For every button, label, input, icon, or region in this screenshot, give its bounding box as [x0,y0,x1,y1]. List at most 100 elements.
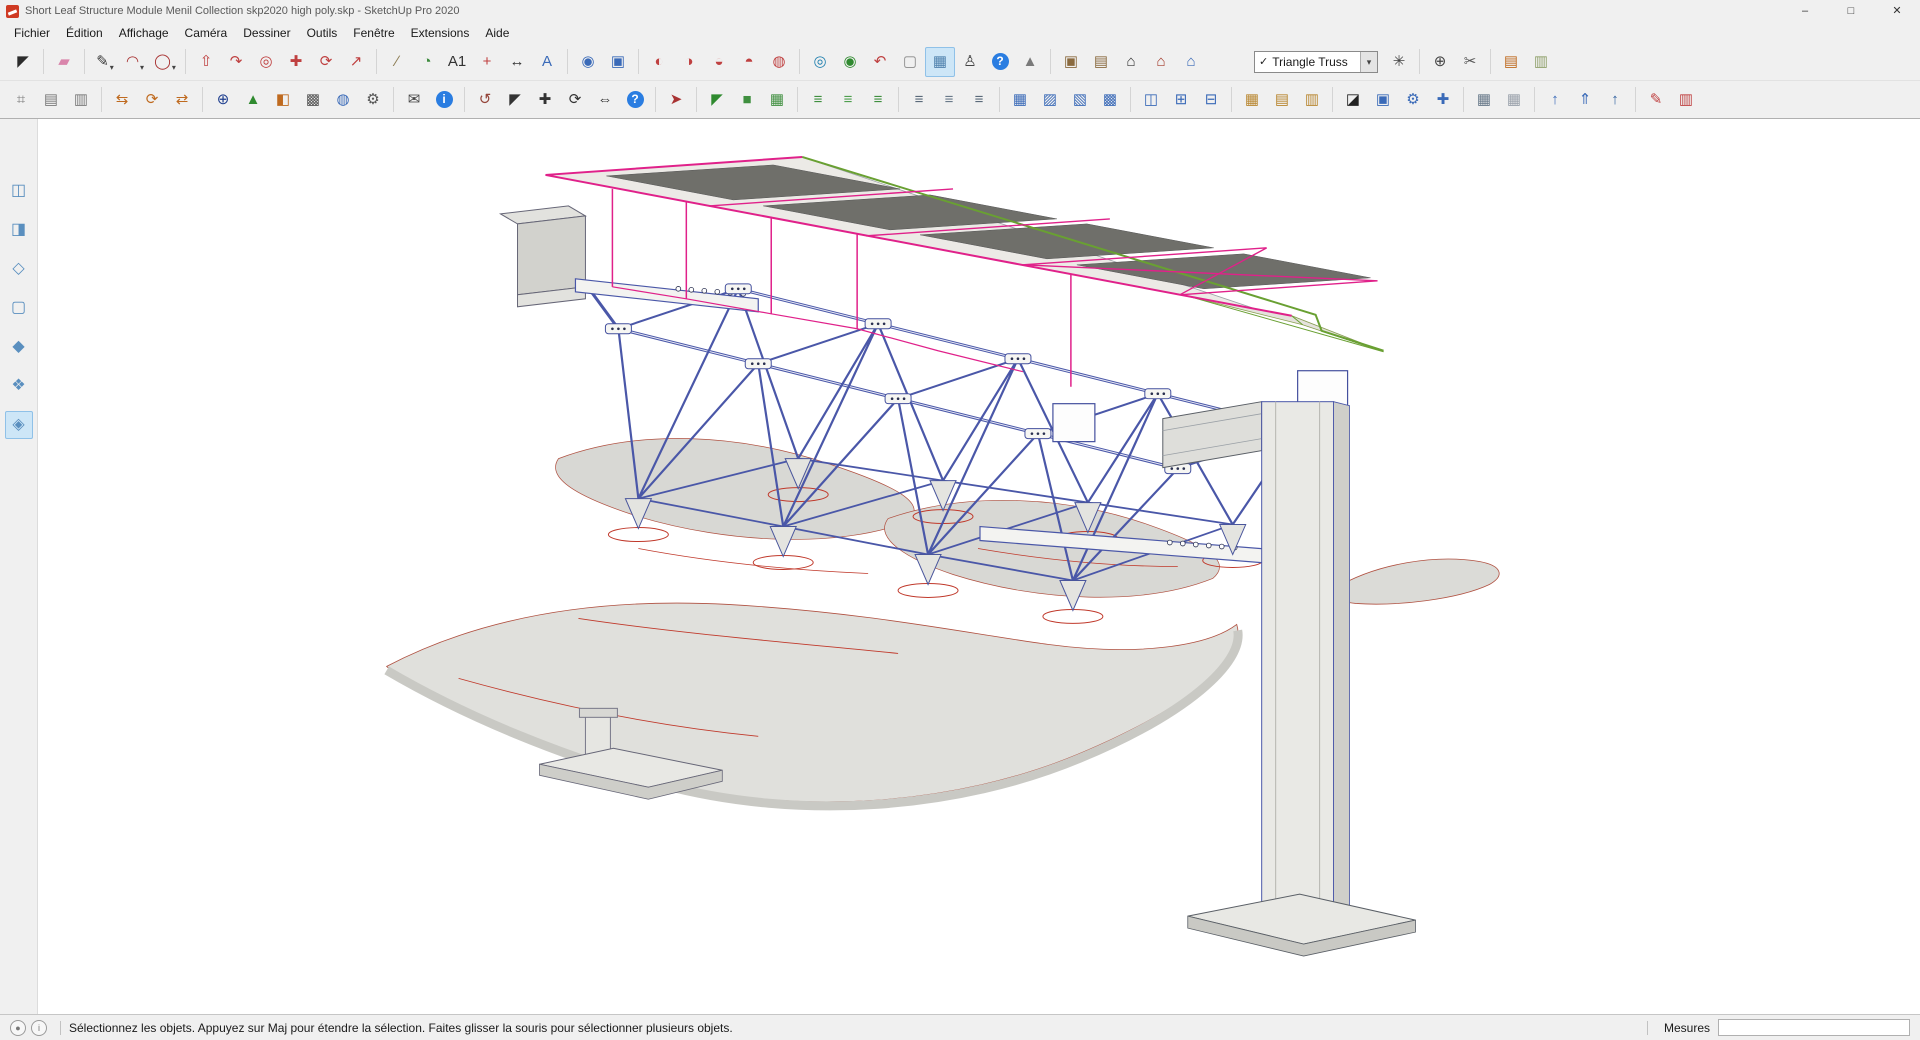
layers-stack-tool[interactable]: ▤ [1496,47,1526,77]
info-icon[interactable]: i [31,1019,47,1036]
axe-tool[interactable]: ✂ [1455,47,1485,77]
align-bottom-tool[interactable]: ≡ [863,85,893,115]
measurements-input[interactable] [1718,1019,1910,1036]
offset-tool[interactable]: ◎ [251,47,281,77]
menu-fenetre[interactable]: Fenêtre [345,24,402,42]
select-tool[interactable]: ◤ [8,47,38,77]
previous-view-tool[interactable]: ↶ [865,47,895,77]
grid-paper-tool[interactable]: ⌗ [6,85,36,115]
rotate-all-tool[interactable]: ⟳ [560,85,590,115]
3d-text-tool[interactable]: A [532,47,562,77]
solid-union-tool[interactable]: ◐ [644,47,674,77]
grid-green-tool[interactable]: ▦ [762,85,792,115]
style-back-edges[interactable]: ◨ [5,216,33,244]
menu-fichier[interactable]: Fichier [6,24,58,42]
arc-tool[interactable]: ◠ ▾ [120,47,150,77]
add-circle-tool[interactable]: ⊕ [208,85,238,115]
style-hidden-line[interactable]: ▢ [5,294,33,322]
cursor-plus-tool[interactable]: ◤ [500,85,530,115]
chevron-down-icon[interactable]: ▾ [110,63,114,76]
menu-aide[interactable]: Aide [477,24,517,42]
move-all-tool[interactable]: ✚ [530,85,560,115]
raise-2-tool[interactable]: ⇑ [1570,85,1600,115]
camera-box-tool[interactable]: ▢ [895,47,925,77]
table-tool[interactable]: ▦ [1237,85,1267,115]
menu-outils[interactable]: Outils [299,24,346,42]
chevron-down-icon[interactable]: ▾ [1360,51,1377,72]
window-stack-tool[interactable]: ⊟ [1196,85,1226,115]
extension-warehouse-tool[interactable]: ⌂ [1176,47,1206,77]
axes-tool[interactable]: + [472,47,502,77]
grid-dense-tool[interactable]: ▩ [1095,85,1125,115]
dimension-tool[interactable]: ↔ [502,47,532,77]
red-pencil-tool[interactable]: ✎ [1641,85,1671,115]
shapes-tool[interactable]: ◯ ▾ [150,47,180,77]
move-tool[interactable]: ✚ [281,47,311,77]
face-green-tool[interactable]: ■ [732,85,762,115]
maximize-button[interactable]: □ [1828,0,1874,22]
doc-page-tool[interactable]: ▥ [66,85,96,115]
raise-3-tool[interactable]: ↑ [1600,85,1630,115]
menu-edition[interactable]: Édition [58,24,111,42]
gear-tool[interactable]: ⚙ [358,85,388,115]
component-box-tool[interactable]: ▣ [1056,47,1086,77]
chevron-down-icon[interactable]: ▾ [140,63,144,76]
solid-trim-tool[interactable]: ◒ [704,47,734,77]
style-shaded-textures[interactable]: ❖ [5,372,33,400]
checker-tool[interactable]: ▩ [298,85,328,115]
table-rows-tool[interactable]: ▤ [1267,85,1297,115]
3d-warehouse-tool[interactable]: ⌂ [1116,47,1146,77]
copy-style-tool[interactable]: ▣ [1368,85,1398,115]
crosshair-tool[interactable]: ⊕ [1425,47,1455,77]
push-pull-tool[interactable]: ⇧ [191,47,221,77]
contrast-tool[interactable]: ◪ [1338,85,1368,115]
scale-tool[interactable]: ↗ [341,47,371,77]
text-tool[interactable]: A1 [442,47,472,77]
rotate-tool[interactable]: ⟳ [311,47,341,77]
grid-xy-tool[interactable]: ▦ [1005,85,1035,115]
align-top-tool[interactable]: ≡ [803,85,833,115]
minimize-button[interactable]: – [1782,0,1828,22]
gear-arrows-tool[interactable]: ⚙ [1398,85,1428,115]
menu-affichage[interactable]: Affichage [111,24,177,42]
refresh-tool[interactable]: ⟳ [137,85,167,115]
follow-me-tool[interactable]: ↷ [221,47,251,77]
zoom-extents-tool[interactable]: ◉ [835,47,865,77]
red-arrow-tool[interactable]: ➤ [661,85,691,115]
window-grid-tool[interactable]: ⊞ [1166,85,1196,115]
distribute-2-tool[interactable]: ≡ [934,85,964,115]
select-green-tool[interactable]: ◤ [702,85,732,115]
model-viewport[interactable] [38,119,1920,1014]
tape-measure-tool[interactable]: ∕ [382,47,412,77]
undo-arc-tool[interactable]: ↺ [470,85,500,115]
component-dropdown[interactable]: ✓ Triangle Truss ▾ [1254,50,1378,73]
mirror-tool[interactable]: ⇔ [590,85,620,115]
menu-dessiner[interactable]: Dessiner [235,24,298,42]
grid-diag2-tool[interactable]: ▧ [1065,85,1095,115]
distribute-3-tool[interactable]: ≡ [964,85,994,115]
section-display-toggle[interactable]: ▦ [925,46,955,77]
shadows-toggle[interactable]: ▲ [1015,47,1045,77]
info-button[interactable]: i [429,85,459,115]
share-model-tool[interactable]: ⌂ [1146,47,1176,77]
geolocation-icon[interactable]: ● [10,1019,26,1036]
gradient-tool[interactable]: ◧ [268,85,298,115]
globe-tool[interactable]: ◍ [328,85,358,115]
layers-flat-tool[interactable]: ▥ [1526,47,1556,77]
menu-camera[interactable]: Caméra [177,24,236,42]
eraser-tool[interactable]: ▰ [49,47,79,77]
style-monochrome[interactable]: ◈ [4,411,33,439]
mail-tool[interactable]: ✉ [399,85,429,115]
line-tool[interactable]: ✎ ▾ [90,47,120,77]
soften-edges-tool[interactable]: ◍ [764,47,794,77]
style-xray[interactable]: ◫ [5,177,33,205]
red-sheet-tool[interactable]: ▥ [1671,85,1701,115]
compass-tool[interactable]: ✳ [1384,47,1414,77]
close-button[interactable]: ✕ [1874,0,1920,22]
zoom-window-tool[interactable]: ▣ [603,47,633,77]
menu-extensions[interactable]: Extensions [403,24,478,42]
import-tool[interactable]: ⇆ [107,85,137,115]
help-2-button[interactable]: ? [620,85,650,115]
solid-subtract-tool[interactable]: ◑ [674,47,704,77]
distribute-1-tool[interactable]: ≡ [904,85,934,115]
